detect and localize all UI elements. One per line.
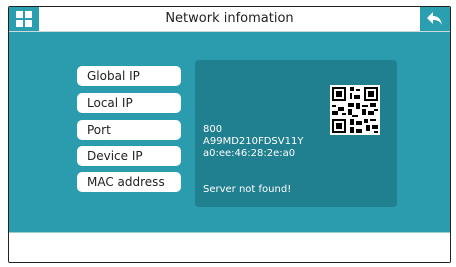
back-button[interactable]	[420, 7, 450, 31]
title-bar: Network infomation	[9, 7, 450, 32]
bottom-bar	[9, 232, 450, 262]
server-status-text: Server not found!	[203, 184, 292, 195]
global-ip-button[interactable]: Global IP	[77, 66, 181, 86]
device-ip-button[interactable]: Device IP	[77, 146, 181, 166]
app-window: Network infomation Global IP Local IP Po…	[8, 6, 451, 263]
mac-address-value: a0:ee:46:28:2e:a0	[203, 148, 296, 159]
qr-code-icon	[330, 85, 380, 135]
port-value: 800	[203, 124, 223, 135]
mac-address-button[interactable]: MAC address	[77, 172, 181, 192]
content-area: Global IP Local IP Port Device IP MAC ad…	[9, 32, 450, 232]
local-ip-button[interactable]: Local IP	[77, 93, 181, 113]
page-title: Network infomation	[165, 11, 294, 26]
menu-button[interactable]	[9, 7, 39, 31]
back-arrow-icon	[427, 12, 442, 25]
grid-icon	[16, 11, 32, 27]
info-panel: 800 A99MD210FDSV11Y a0:ee:46:28:2e:a0 Se…	[195, 60, 397, 207]
device-id-value: A99MD210FDSV11Y	[203, 136, 304, 147]
port-button[interactable]: Port	[77, 120, 181, 140]
